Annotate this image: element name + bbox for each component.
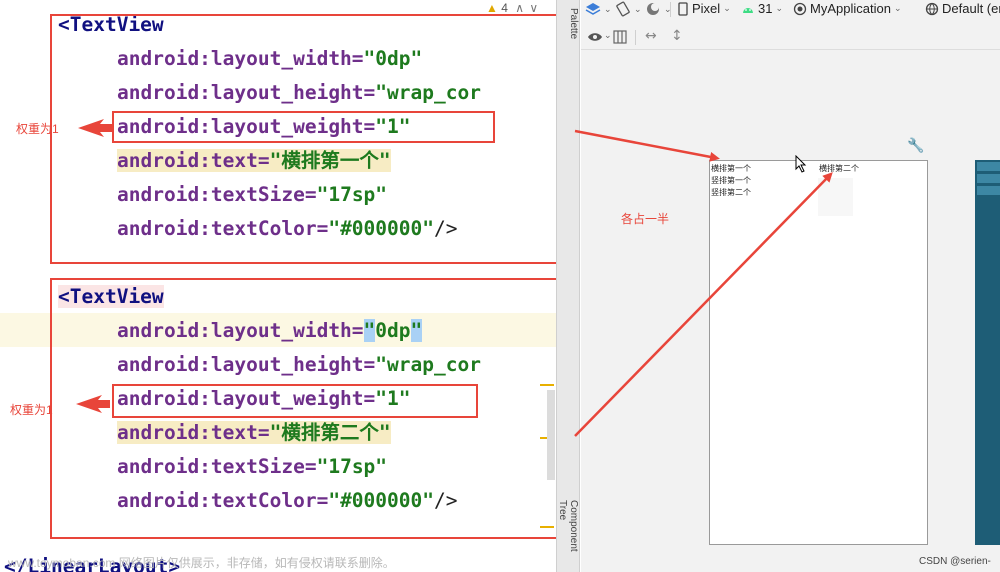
chevron-down-icon: ⌄ (775, 3, 784, 13)
side-tool-strip: Palette Component Tree (556, 0, 580, 572)
blueprint-row (977, 174, 1000, 183)
warning-stripe (540, 384, 554, 386)
globe-icon (925, 2, 939, 15)
theme-icon (647, 3, 659, 15)
layers-icon (585, 3, 601, 15)
blueprint-row (977, 186, 1000, 195)
api-label: 31 (758, 1, 773, 16)
code-editor[interactable]: ▲ 4 ∧ ∨ <TextView android:layout_width="… (0, 0, 556, 572)
vertical-resize-icon[interactable]: ↕ (671, 28, 683, 44)
chevron-down-icon: ⌄ (634, 3, 642, 14)
mouse-cursor-icon (795, 155, 807, 173)
preview-text-vertical-1[interactable]: 竖排第一个 (711, 175, 751, 186)
app-label: MyApplication (810, 1, 891, 16)
warning-indicator[interactable]: ▲ 4 ∧ ∨ (486, 1, 538, 15)
annotation-box-weight-1 (112, 111, 495, 143)
chevron-down-icon[interactable]: ⌄ (604, 31, 612, 41)
chevron-up-icon[interactable]: ∧ (515, 1, 524, 15)
phone-icon (678, 1, 688, 16)
horizontal-resize-icon[interactable]: ↔ (645, 28, 657, 44)
csdn-watermark: CSDN @serien- (919, 556, 991, 567)
chevron-down-icon: ⌄ (723, 3, 731, 13)
palette-tab[interactable]: Palette (559, 8, 579, 39)
wrench-icon[interactable]: 🔧 (907, 138, 924, 154)
warning-icon: ▲ (486, 1, 498, 15)
android-icon (743, 7, 753, 13)
annotation-box-weight-2 (112, 384, 478, 418)
night-mode-button[interactable]: ⌄ (645, 1, 672, 17)
component-tree-tab[interactable]: Component Tree (557, 500, 579, 572)
orientation-button[interactable]: ⌄ (615, 1, 642, 17)
locale-selector[interactable]: Default (en (925, 1, 1000, 16)
watermark-text: www.toymoban.com 网络图片仅供展示，非存储，如有侵权请联系删除。 (8, 556, 395, 570)
preview-text-vertical-2[interactable]: 竖排第二个 (711, 187, 751, 198)
device-selector[interactable]: Pixel ⌄ (677, 1, 731, 16)
scrollbar-thumb[interactable] (547, 390, 555, 480)
eye-icon[interactable] (587, 31, 603, 43)
chevron-down-icon[interactable]: ∨ (529, 1, 538, 15)
design-toolbar: ⌄ ⌄ ⌄ Pixel ⌄ 31 ⌄ MyApplication ⌄ Defau… (581, 0, 1000, 20)
preview-text-horizontal-1[interactable]: 横排第一个 (711, 163, 751, 174)
app-theme-selector[interactable]: MyApplication ⌄ (793, 1, 901, 16)
phone-preview[interactable]: 横排第一个 横排第二个 竖排第一个 竖排第二个 (709, 160, 928, 545)
grid-icon[interactable] (613, 30, 627, 44)
design-secondary-toolbar: ⌄ ↔ ↕ (581, 24, 1000, 50)
locale-label: Default (en (942, 1, 1000, 16)
toolbar-separator (670, 2, 671, 17)
half-annotation-label: 各占一半 (621, 212, 670, 226)
warning-stripe (540, 526, 554, 528)
chevron-down-icon: ⌄ (893, 3, 902, 13)
blueprint-row (977, 162, 1000, 171)
theme-circle-icon (793, 2, 807, 15)
rotate-icon (616, 1, 630, 17)
warning-count: 4 (501, 1, 508, 15)
api-level-selector[interactable]: 31 ⌄ (741, 1, 783, 16)
device-label: Pixel (692, 1, 721, 16)
preview-text-horizontal-2[interactable]: 横排第二个 (819, 163, 859, 174)
design-surface-button[interactable]: ⌄ (585, 1, 612, 17)
weight-annotation-label: 权重为1 (16, 122, 59, 136)
blueprint-preview[interactable] (975, 160, 1000, 545)
design-preview-panel: ⌄ ⌄ ⌄ Pixel ⌄ 31 ⌄ MyApplication ⌄ Defau… (581, 0, 1000, 572)
toolbar-separator (635, 30, 636, 45)
weight-annotation-label: 权重为1 (10, 403, 53, 417)
selected-view-ghost (818, 178, 853, 216)
chevron-down-icon: ⌄ (604, 3, 612, 14)
